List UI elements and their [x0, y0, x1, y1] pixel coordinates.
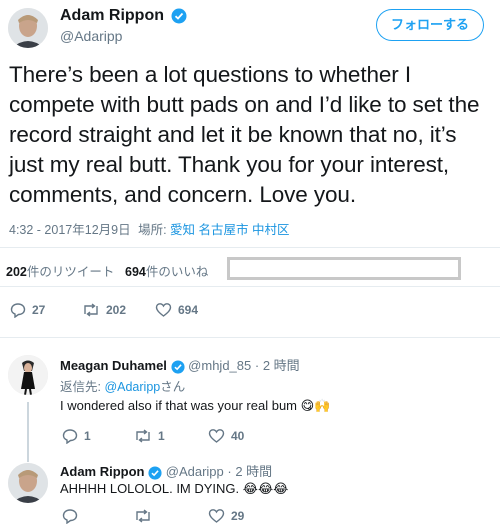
author-name[interactable]: Adam Rippon: [60, 7, 164, 25]
retweet-action[interactable]: 1: [134, 428, 165, 444]
reply-to-line: 返信先: @Adarippさん: [60, 376, 185, 395]
verified-badge-icon: [148, 466, 162, 480]
reply-icon: [62, 509, 78, 524]
reply-emoji: 😋🙌: [300, 398, 331, 413]
divider: [0, 247, 500, 248]
retweet-count: 202: [106, 303, 127, 317]
author-handle[interactable]: @Adaripp: [60, 28, 122, 44]
like-action[interactable]: 40: [208, 428, 244, 444]
reply-author-name[interactable]: Adam Rippon: [60, 464, 145, 479]
like-stats-label: 件のいいね: [145, 265, 209, 279]
tweet-timestamp[interactable]: 4:32 - 2017年12月9日: [9, 223, 131, 237]
reply-count: 27: [32, 303, 46, 317]
retweet-icon: [84, 303, 98, 317]
like-count: 29: [231, 509, 245, 523]
verified-badge-icon: [170, 360, 185, 374]
tweet-meta: 4:32 - 2017年12月9日 場所: 愛知 名古屋市 中村区: [9, 219, 290, 238]
reply-to-handle[interactable]: @Adaripp: [104, 380, 160, 394]
retweet-count: 202: [6, 265, 27, 279]
author-avatar[interactable]: [8, 8, 48, 48]
like-count: 694: [125, 265, 146, 279]
reply-header: Meagan Duhamel @mhjd_85 · 2 時間: [60, 355, 300, 374]
retweet-action[interactable]: [134, 508, 158, 524]
reply-text: I wondered also if that was your real bu…: [60, 398, 331, 413]
thread-line: [27, 402, 29, 462]
reply-author-handle[interactable]: @mhjd_85: [188, 358, 251, 373]
reply-author-handle[interactable]: @Adaripp: [166, 464, 224, 479]
location-label: 場所:: [138, 223, 171, 237]
tweet-text: There’s been a lot questions to whether …: [9, 62, 480, 207]
retweet-action[interactable]: 202: [82, 302, 126, 318]
heart-icon: [155, 303, 172, 317]
reply-time[interactable]: · 2 時間: [227, 464, 272, 479]
reply-text: AHHHH LOLOLOL. IM DYING. 😂😂😂: [60, 481, 289, 496]
retweet-icon: [136, 429, 150, 443]
heart-icon: [208, 429, 225, 443]
retweet-stats-label: 件のリツイート: [26, 265, 115, 279]
heart-icon: [208, 509, 225, 523]
reply-icon: [10, 303, 26, 318]
redacted-avatars-box: [227, 257, 461, 280]
location-link[interactable]: 愛知 名古屋市 中村区: [170, 223, 289, 237]
retweet-stats[interactable]: 202件のリツイート: [6, 261, 114, 280]
reply-emoji: 😂😂😂: [242, 481, 289, 496]
reply-icon: [62, 429, 78, 444]
retweet-icon: [136, 509, 150, 523]
reply-author-avatar[interactable]: [8, 355, 48, 395]
like-stats[interactable]: 694件のいいね: [125, 261, 208, 280]
like-action[interactable]: 29: [208, 508, 244, 524]
like-count: 40: [231, 429, 245, 443]
reply-to-suffix: さん: [160, 380, 186, 394]
like-action[interactable]: 694: [155, 302, 198, 318]
reply-author-name[interactable]: Meagan Duhamel: [60, 358, 167, 373]
verified-badge-icon: [171, 8, 187, 29]
divider: [0, 337, 500, 338]
divider: [0, 286, 500, 287]
reply-action[interactable]: 1: [62, 428, 91, 444]
reply-action[interactable]: 27: [10, 302, 45, 318]
reply-count: 1: [84, 429, 91, 443]
reply-action[interactable]: [62, 508, 84, 524]
reply-author-avatar[interactable]: [8, 463, 48, 503]
retweet-count: 1: [158, 429, 165, 443]
reply-time[interactable]: · 2 時間: [255, 358, 300, 373]
reply-to-prefix: 返信先:: [60, 380, 105, 394]
like-count: 694: [178, 303, 199, 317]
reply-header: Adam Rippon @Adaripp · 2 時間: [60, 461, 272, 480]
follow-button[interactable]: フォローする: [376, 9, 484, 41]
